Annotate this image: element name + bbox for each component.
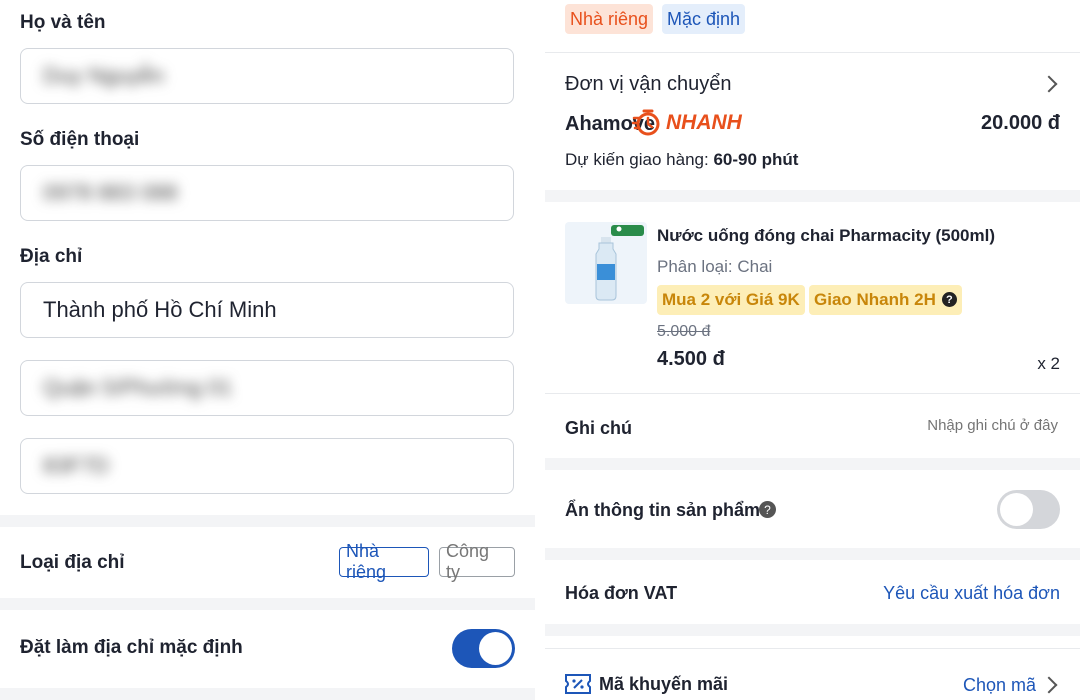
note-input[interactable] (816, 416, 1060, 435)
chevron-right-icon[interactable] (1040, 75, 1058, 93)
order-summary-panel: Nhà riêng Mặc định Đơn vị vận chuyển Aha… (545, 0, 1080, 700)
section-divider (545, 190, 1080, 202)
section-divider (545, 458, 1080, 470)
street-field[interactable] (20, 438, 514, 494)
promo-badge-fast-label: Giao Nhanh 2H (814, 290, 936, 309)
phone-label: Số điện thoại (20, 129, 140, 150)
vat-label: Hóa đơn VAT (565, 583, 678, 603)
city-field[interactable] (20, 282, 514, 338)
address-type-label: Loại địa chỉ (20, 552, 125, 573)
carrier-badge: NHANH (666, 111, 742, 134)
divider (545, 648, 1080, 649)
promo-code-label: Mã khuyến mãi (599, 674, 729, 694)
phone-input[interactable] (41, 179, 513, 207)
street-input[interactable] (41, 452, 513, 480)
address-tag-home: Nhà riêng (565, 4, 654, 34)
product-quantity: x 2 (1037, 354, 1060, 373)
divider (545, 52, 1080, 53)
phone-field[interactable] (20, 165, 514, 221)
product-image[interactable] (565, 222, 647, 304)
section-divider (0, 598, 535, 610)
clock-fast-icon (632, 109, 660, 136)
address-type-company-chip[interactable]: Công ty (439, 541, 515, 582)
water-bottle-icon (595, 225, 644, 301)
panel-gap (535, 0, 545, 700)
district-input[interactable] (41, 374, 513, 402)
vat-request-link[interactable]: Yêu cầu xuất hóa đơn (883, 583, 1060, 604)
name-label: Họ và tên (20, 12, 106, 33)
shipping-fee: 20.000 đ (981, 112, 1060, 134)
district-field[interactable] (20, 360, 514, 416)
default-address-toggle[interactable] (452, 629, 515, 668)
product-variant: Phân loại: Chai (657, 257, 773, 276)
chevron-right-icon[interactable] (1040, 676, 1058, 694)
eta-row: Dự kiến giao hàng: 60-90 phút (565, 150, 798, 170)
section-divider (545, 548, 1080, 560)
product-old-price: 5.000 đ (657, 323, 711, 340)
hide-info-label: Ẩn thông tin sản phẩm (565, 500, 760, 520)
default-address-label: Đặt làm địa chỉ mặc định (20, 637, 243, 658)
name-field[interactable] (20, 48, 514, 104)
promo-badge-fast: Giao Nhanh 2H ? (809, 285, 962, 315)
toggle-knob (1000, 493, 1033, 526)
product-price: 4.500 đ (657, 348, 725, 370)
address-type-home-chip[interactable]: Nhà riêng (339, 541, 429, 582)
promo-badge-buy2: Mua 2 với Giá 9K (657, 285, 805, 315)
address-form-panel: Họ và tên Số điện thoại Địa chỉ Loại địa… (0, 0, 535, 700)
help-icon[interactable]: ? (759, 501, 776, 518)
divider (545, 393, 1080, 394)
section-divider (0, 515, 535, 527)
carrier-logo: NHANH (632, 108, 742, 138)
section-divider (545, 624, 1080, 636)
eta-label: Dự kiến giao hàng: (565, 150, 709, 169)
voucher-icon (565, 674, 591, 699)
help-icon[interactable]: ? (941, 292, 957, 307)
section-divider (0, 688, 535, 700)
shipping-title: Đơn vị vận chuyển (565, 73, 732, 95)
name-input[interactable] (41, 62, 513, 90)
address-label: Địa chỉ (20, 246, 83, 267)
product-name[interactable]: Nước uống đóng chai Pharmacity (500ml) (657, 226, 995, 246)
note-label: Ghi chú (565, 418, 632, 438)
choose-promo-link[interactable]: Chọn mã (963, 675, 1036, 696)
eta-value: 60-90 phút (713, 150, 799, 169)
address-tag-default: Mặc định (662, 4, 746, 34)
toggle-knob (479, 632, 512, 665)
city-input[interactable] (41, 296, 513, 324)
hide-info-toggle[interactable] (997, 490, 1060, 529)
